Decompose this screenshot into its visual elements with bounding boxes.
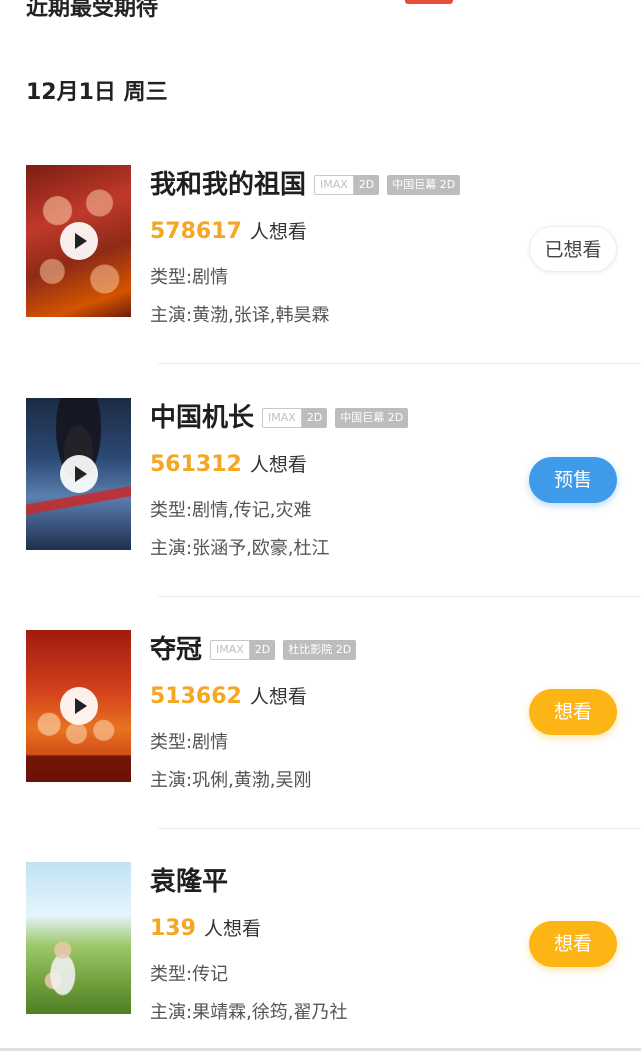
movie-genre: 类型:剧情,传记,灾难 [150,500,312,521]
want-count: 578617 [150,219,242,244]
movie-poster[interactable] [26,862,131,1014]
want-suffix: 人想看 [249,454,307,476]
divider [158,828,641,829]
movie-title: 我和我的祖国 [150,170,307,200]
want-to-watch-button[interactable]: 想看 [529,921,617,967]
want-count: 561312 [150,452,242,477]
divider [158,363,641,364]
format-badge: IMAX 2D [210,640,276,660]
want-count: 513662 [150,684,242,709]
presale-button[interactable]: 预售 [529,457,617,503]
movie-list-page: 近期最受期待 12月1日 周三 我和我的祖国 IMAX 2D 中国巨幕 2D 57… [0,0,641,1051]
want-to-watch-button[interactable]: 想看 [529,689,617,735]
movie-title: 中国机长 [150,403,255,433]
format-badge: IMAX 2D [314,175,380,195]
wanted-button[interactable]: 已想看 [529,226,617,272]
section-title: 近期最受期待 [26,0,159,21]
play-trailer-icon[interactable] [60,687,98,725]
tab-indicator [405,0,453,4]
movie-cast: 主演:黄渤,张译,韩昊霖 [150,305,330,326]
format-badge: 中国巨幕 2D [335,408,409,428]
movie-title: 袁隆平 [150,867,229,897]
movie-poster[interactable] [26,165,131,317]
format-badge: 中国巨幕 2D [387,175,461,195]
movie-cast: 主演:巩俐,黄渤,吴刚 [150,770,312,791]
date-header: 12月1日 周三 [26,80,168,105]
want-suffix: 人想看 [249,221,307,243]
play-trailer-icon[interactable] [60,222,98,260]
movie-poster[interactable] [26,630,131,782]
movie-cast: 主演:果靖霖,徐筠,翟乃社 [150,1002,348,1023]
play-trailer-icon[interactable] [60,455,98,493]
want-suffix: 人想看 [203,918,261,940]
format-badge: IMAX 2D [262,408,328,428]
want-count: 139 [150,916,196,941]
movie-genre: 类型:剧情 [150,267,229,288]
want-suffix: 人想看 [249,686,307,708]
movie-genre: 类型:传记 [150,964,229,985]
divider [158,596,641,597]
format-badge: 杜比影院 2D [283,640,357,660]
movie-title: 夺冠 [150,635,203,665]
movie-card[interactable]: 袁隆平 139 人想看 类型:传记 主演:果靖霖,徐筠,翟乃社 想看 [0,862,641,1051]
movie-cast: 主演:张涵予,欧豪,杜江 [150,538,330,559]
movie-poster[interactable] [26,398,131,550]
movie-genre: 类型:剧情 [150,732,229,753]
